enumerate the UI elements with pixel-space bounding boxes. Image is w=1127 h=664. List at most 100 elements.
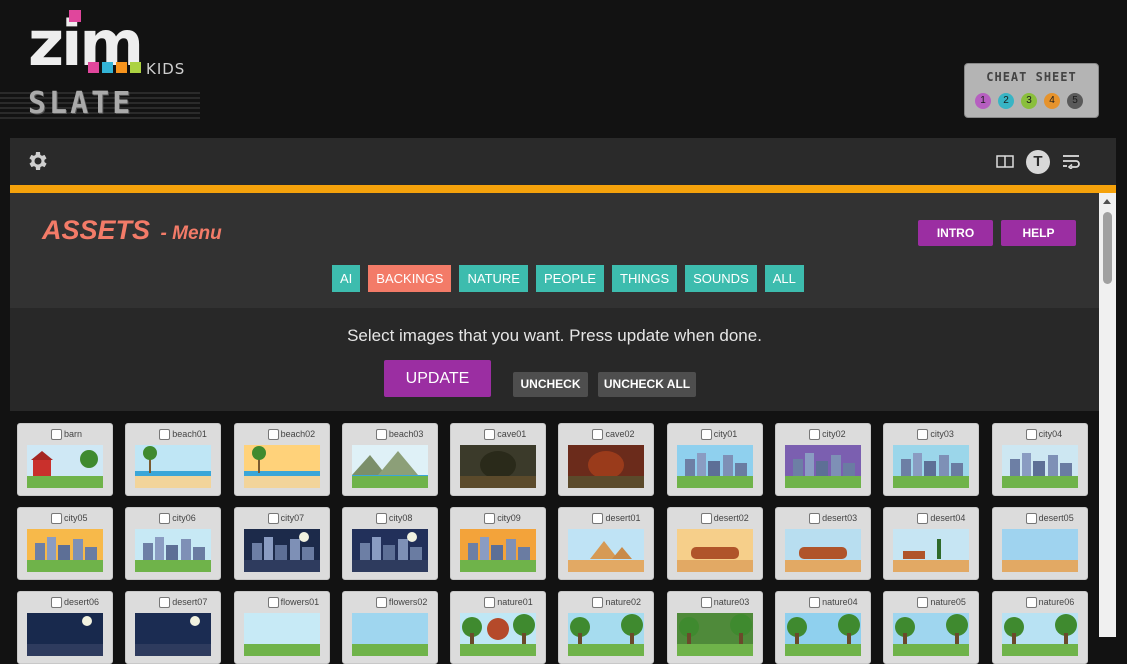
asset-checkbox[interactable]	[1025, 597, 1037, 608]
asset-tile-city06[interactable]: city06	[125, 507, 222, 580]
asset-checkbox[interactable]	[700, 597, 712, 608]
asset-thumbnail	[460, 529, 537, 572]
uncheck-all-button[interactable]: UNCHECK ALL	[598, 372, 696, 397]
wrap-icon[interactable]	[1062, 153, 1080, 169]
asset-tile-flowers01[interactable]: flowers01	[233, 591, 330, 664]
asset-tile-city05[interactable]: city05	[17, 507, 113, 580]
asset-thumbnail	[893, 613, 970, 656]
asset-tile-nature05[interactable]: nature05	[883, 591, 980, 664]
asset-checkbox[interactable]	[159, 429, 171, 440]
gear-icon[interactable]	[26, 149, 50, 173]
asset-tile-beach01[interactable]: beach01	[125, 423, 222, 496]
asset-name: beach03	[388, 429, 424, 439]
asset-checkbox[interactable]	[809, 597, 821, 608]
asset-checkbox[interactable]	[917, 597, 929, 608]
asset-tile-nature02[interactable]: nature02	[558, 591, 655, 664]
asset-name: beach01	[172, 429, 207, 439]
asset-checkbox[interactable]	[159, 597, 171, 608]
vertical-scrollbar[interactable]	[1099, 193, 1116, 637]
tab-ai[interactable]: AI	[332, 265, 361, 292]
asset-tile-city02[interactable]: city02	[775, 423, 872, 496]
intro-button[interactable]: INTRO	[918, 220, 993, 246]
cheat-sheet-step-5[interactable]: 5	[1067, 93, 1083, 109]
update-button[interactable]: UPDATE	[384, 360, 491, 397]
asset-tile-desert03[interactable]: desert03	[775, 507, 872, 580]
asset-tile-nature03[interactable]: nature03	[666, 591, 763, 664]
asset-tile-barn[interactable]: barn	[17, 423, 113, 496]
asset-tile-desert06[interactable]: desert06	[17, 591, 113, 664]
help-button[interactable]: HELP	[1001, 220, 1076, 246]
asset-tile-city04[interactable]: city04	[991, 423, 1088, 496]
asset-checkbox[interactable]	[592, 429, 604, 440]
asset-thumbnail	[568, 613, 645, 656]
tab-sounds[interactable]: SOUNDS	[685, 265, 757, 292]
asset-checkbox[interactable]	[592, 597, 604, 608]
asset-tile-city09[interactable]: city09	[450, 507, 547, 580]
asset-tile-city01[interactable]: city01	[666, 423, 763, 496]
tab-people[interactable]: PEOPLE	[535, 265, 604, 292]
asset-checkbox[interactable]	[375, 597, 387, 608]
asset-tile-desert01[interactable]: desert01	[558, 507, 655, 580]
asset-checkbox[interactable]	[267, 429, 279, 440]
asset-tile-city07[interactable]: city07	[233, 507, 330, 580]
asset-tile-city08[interactable]: city08	[341, 507, 438, 580]
asset-thumbnail	[676, 445, 753, 488]
asset-tile-cave02[interactable]: cave02	[558, 423, 655, 496]
asset-checkbox[interactable]	[917, 429, 929, 440]
scroll-up-arrow-icon[interactable]	[1103, 199, 1111, 204]
asset-tile-nature04[interactable]: nature04	[775, 591, 872, 664]
cheat-sheet-step-1[interactable]: 1	[975, 93, 991, 109]
asset-checkbox[interactable]	[51, 513, 62, 524]
asset-checkbox[interactable]	[700, 513, 712, 524]
cheat-sheet-step-4[interactable]: 4	[1044, 93, 1060, 109]
asset-checkbox[interactable]	[700, 429, 712, 440]
asset-checkbox[interactable]	[1025, 513, 1037, 524]
asset-tile-cave01[interactable]: cave01	[450, 423, 547, 496]
asset-name: desert05	[1038, 513, 1074, 523]
asset-checkbox[interactable]	[484, 597, 496, 608]
tab-backings[interactable]: BACKINGS	[368, 265, 452, 292]
asset-tile-beach02[interactable]: beach02	[233, 423, 330, 496]
asset-tile-flowers02[interactable]: flowers02	[341, 591, 438, 664]
tab-all[interactable]: ALL	[764, 265, 804, 292]
asset-tile-desert04[interactable]: desert04	[883, 507, 980, 580]
asset-checkbox[interactable]	[484, 429, 496, 440]
asset-thumbnail	[243, 529, 320, 572]
asset-checkbox[interactable]	[267, 513, 279, 524]
asset-tile-desert05[interactable]: desert05	[991, 507, 1088, 580]
cheat-sheet-step-3[interactable]: 3	[1021, 93, 1037, 109]
scrollbar-thumb[interactable]	[1103, 212, 1112, 284]
tab-things[interactable]: THINGS	[612, 265, 678, 292]
asset-name: desert06	[64, 597, 100, 607]
asset-tile-nature01[interactable]: nature01	[450, 591, 547, 664]
asset-tile-city03[interactable]: city03	[883, 423, 980, 496]
asset-checkbox[interactable]	[267, 597, 279, 608]
asset-checkbox[interactable]	[375, 513, 387, 524]
asset-thumbnail	[1001, 529, 1078, 572]
asset-checkbox[interactable]	[51, 597, 62, 608]
asset-checkbox[interactable]	[51, 429, 62, 440]
asset-tile-desert02[interactable]: desert02	[666, 507, 763, 580]
asset-thumbnail	[135, 445, 212, 488]
asset-tile-desert07[interactable]: desert07	[125, 591, 222, 664]
asset-checkbox[interactable]	[484, 513, 496, 524]
asset-tile-beach03[interactable]: beach03	[341, 423, 438, 496]
asset-thumbnail	[568, 445, 645, 488]
asset-checkbox[interactable]	[159, 513, 171, 524]
cheat-sheet-step-2[interactable]: 2	[998, 93, 1014, 109]
tab-nature[interactable]: NATURE	[459, 265, 528, 292]
asset-checkbox[interactable]	[1025, 429, 1037, 440]
asset-checkbox[interactable]	[917, 513, 929, 524]
asset-checkbox[interactable]	[592, 513, 604, 524]
cheat-sheet-button[interactable]: CHEAT SHEET 12345	[964, 63, 1099, 118]
asset-checkbox[interactable]	[809, 513, 821, 524]
asset-name: city09	[497, 513, 521, 523]
asset-checkbox[interactable]	[375, 429, 387, 440]
asset-tile-nature06[interactable]: nature06	[991, 591, 1088, 664]
split-view-icon[interactable]	[996, 155, 1014, 168]
editor-toolbar: T	[10, 138, 1116, 185]
text-t-icon[interactable]: T	[1026, 150, 1050, 174]
asset-checkbox[interactable]	[809, 429, 821, 440]
asset-thumbnail	[27, 445, 103, 488]
uncheck-button[interactable]: UNCHECK	[513, 372, 588, 397]
